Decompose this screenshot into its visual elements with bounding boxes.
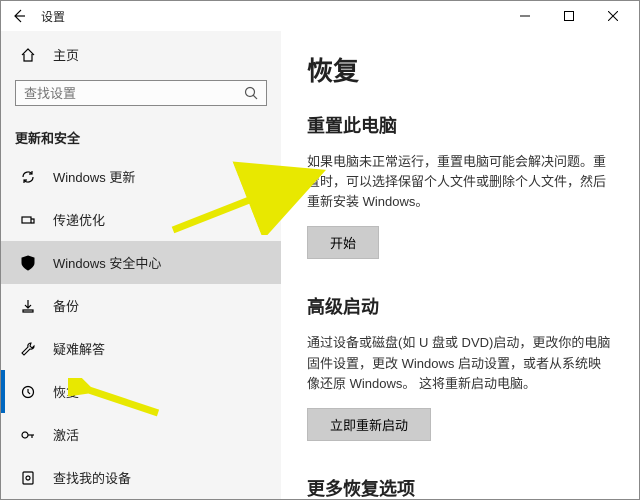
minimize-button[interactable] [503,2,547,30]
sidebar-section-title: 更新和安全 [1,114,281,155]
sidebar-home[interactable]: 主页 [1,35,281,74]
titlebar: 设置 [1,1,639,31]
sidebar: 主页 更新和安全 Windows 更新 传递优化 [1,31,281,499]
sync-icon [19,168,37,186]
selection-indicator [1,370,5,413]
app-title: 设置 [41,8,65,25]
maximize-button[interactable] [547,2,591,30]
sidebar-item-backup[interactable]: 备份 [1,284,281,327]
sidebar-item-label: 激活 [53,425,79,444]
restart-now-button[interactable]: 立即重新启动 [307,408,431,441]
section-body-advanced-startup: 通过设备或磁盘(如 U 盘或 DVD)启动，更改你的电脑固件设置，更改 Wind… [307,333,613,393]
sidebar-home-label: 主页 [53,45,79,64]
sidebar-item-windows-security[interactable]: Windows 安全中心 [1,241,281,284]
key-icon [19,426,37,444]
backup-icon [19,297,37,315]
find-device-icon [19,469,37,487]
delivery-icon [19,211,37,229]
sidebar-item-recovery[interactable]: 恢复 [1,370,281,413]
sidebar-item-delivery-optimization[interactable]: 传递优化 [1,198,281,241]
close-button[interactable] [591,2,635,30]
wrench-icon [19,340,37,358]
sidebar-item-label: Windows 更新 [53,167,135,186]
sidebar-item-label: Windows 安全中心 [53,253,161,272]
section-header-more-recovery: 更多恢复选项 [307,475,613,499]
arrow-left-icon [11,8,27,24]
sidebar-item-find-my-device[interactable]: 查找我的设备 [1,456,281,499]
sidebar-item-label: 查找我的设备 [53,468,131,487]
main-panel: 恢复 重置此电脑 如果电脑未正常运行，重置电脑可能会解决问题。重置时，可以选择保… [281,31,639,499]
sidebar-item-label: 传递优化 [53,210,105,229]
sidebar-item-windows-update[interactable]: Windows 更新 [1,155,281,198]
home-icon [19,46,37,64]
section-header-reset: 重置此电脑 [307,112,613,138]
sidebar-item-label: 恢复 [53,382,79,401]
minimize-icon [520,11,530,21]
back-button[interactable] [11,2,27,30]
search-input[interactable] [24,86,244,101]
maximize-icon [564,11,574,21]
section-header-advanced-startup: 高级启动 [307,293,613,319]
search-input-wrapper[interactable] [15,80,267,106]
search-icon [244,86,258,100]
section-body-reset: 如果电脑未正常运行，重置电脑可能会解决问题。重置时，可以选择保留个人文件或删除个… [307,152,613,212]
reset-start-button[interactable]: 开始 [307,226,379,259]
close-icon [608,11,618,21]
recovery-icon [19,383,37,401]
page-title: 恢复 [307,51,613,88]
sidebar-item-label: 备份 [53,296,79,315]
sidebar-item-troubleshoot[interactable]: 疑难解答 [1,327,281,370]
shield-icon [19,254,37,272]
sidebar-item-label: 疑难解答 [53,339,105,358]
sidebar-item-activation[interactable]: 激活 [1,413,281,456]
